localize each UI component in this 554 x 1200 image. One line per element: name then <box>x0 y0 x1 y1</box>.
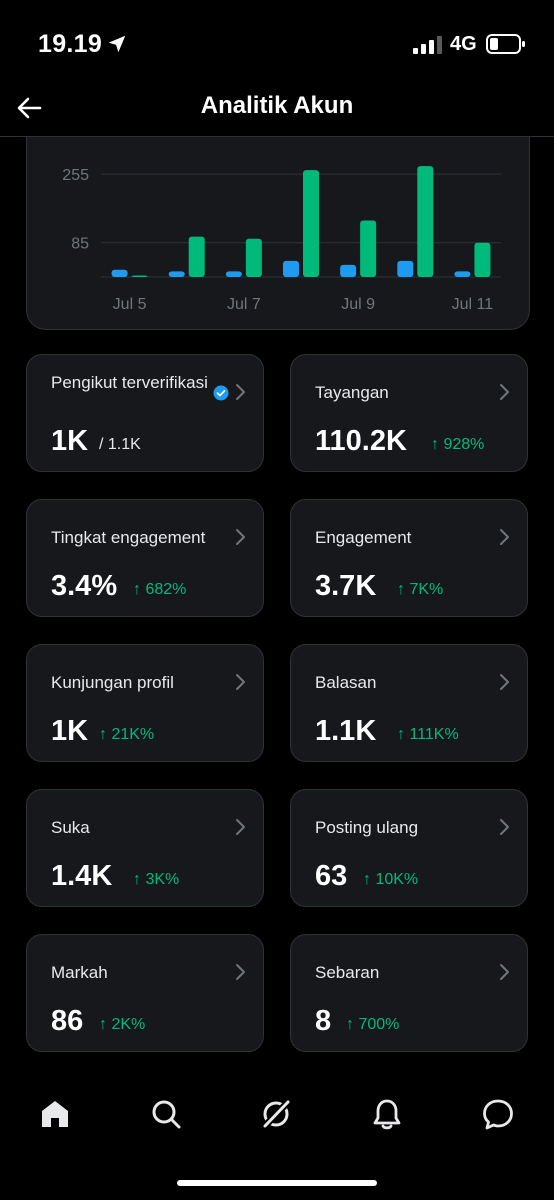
bar-blue <box>111 269 128 277</box>
metric-value: 1K <box>51 425 89 457</box>
bottom-nav <box>0 1080 554 1150</box>
metric-value: 63 <box>315 860 348 892</box>
chevron-right-icon <box>236 674 245 690</box>
bar-green <box>245 238 262 277</box>
metric-value: 3.7K <box>315 570 377 602</box>
chevron-right-icon <box>500 529 509 545</box>
grok-icon[interactable] <box>258 1096 294 1132</box>
bar-chart: 255 85 Jul 5 Jul 7 Jul 9 Jul 11 <box>62 166 501 313</box>
bar-blue <box>397 260 414 277</box>
metric-card[interactable]: Sebaran 8 ↑ 700% <box>290 934 528 1052</box>
chevron-right-icon <box>236 964 245 980</box>
metric-change: ↑ 700% <box>346 1016 400 1033</box>
metric-change: ↑ 3K% <box>133 871 180 888</box>
metric-label: Suka <box>51 818 90 837</box>
metric-card[interactable]: Tingkat engagement 3.4% ↑ 682% <box>26 499 264 617</box>
location-arrow-icon <box>108 35 126 53</box>
y-tick-label: 85 <box>71 236 89 253</box>
bar-green <box>188 236 205 277</box>
metric-total: / 1.1K <box>99 436 141 453</box>
metric-change: ↑ 111K% <box>397 726 459 743</box>
metric-label: Posting ulang <box>315 818 419 837</box>
metric-change: ↑ 2K% <box>99 1016 146 1033</box>
chart-card: 255 85 Jul 5 Jul 7 Jul 9 Jul 11 <box>26 110 530 330</box>
home-icon[interactable] <box>37 1096 73 1132</box>
x-tick-label: Jul 7 <box>227 296 261 313</box>
metric-label: Engagement <box>315 528 412 547</box>
chevron-right-icon <box>500 384 509 400</box>
bar-blue <box>283 260 299 277</box>
chevron-right-icon <box>236 384 245 400</box>
bar-blue <box>225 271 242 277</box>
bar-blue <box>340 264 357 277</box>
metric-label: Tayangan <box>315 383 389 402</box>
chevron-right-icon <box>236 819 245 835</box>
status-time: 19.19 <box>38 30 103 58</box>
metric-label: Tingkat engagement <box>51 528 206 547</box>
metric-card[interactable]: Kunjungan profil 1K ↑ 21K% <box>26 644 264 762</box>
screen: 19.19 4G 255 85 Jul 5 Jul 7 Jul 9 Jul 11 Anal… <box>0 0 554 1200</box>
metric-value: 86 <box>51 1005 84 1037</box>
battery-icon <box>486 34 525 54</box>
chevron-right-icon <box>500 964 509 980</box>
metric-value: 1.1K <box>315 715 377 747</box>
metric-value: 8 <box>315 1005 332 1037</box>
metric-label: Balasan <box>315 673 377 692</box>
bar-green <box>474 242 491 277</box>
metric-label: Pengikut terverifikasi <box>51 373 208 392</box>
metric-card[interactable]: Engagement 3.7K ↑ 7K% <box>290 499 528 617</box>
chevron-right-icon <box>500 819 509 835</box>
metric-label: Markah <box>51 963 108 982</box>
x-tick-label: Jul 11 <box>452 296 494 313</box>
messages-icon[interactable] <box>480 1096 516 1132</box>
metric-card[interactable]: Tayangan 110.2K ↑ 928% <box>290 354 528 472</box>
status-bar: 19.19 4G <box>0 0 554 80</box>
header: Analitik Akun <box>0 80 554 137</box>
metric-value: 110.2K <box>315 425 407 457</box>
home-indicator[interactable] <box>177 1180 377 1186</box>
page-title: Analitik Akun <box>200 92 354 119</box>
search-icon[interactable] <box>148 1096 184 1132</box>
metric-card[interactable]: Markah 86 ↑ 2K% <box>26 934 264 1052</box>
metric-value: 1K <box>51 715 89 747</box>
x-tick-label: Jul 5 <box>113 296 147 313</box>
chevron-right-icon <box>500 674 509 690</box>
network-type: 4G <box>450 33 477 55</box>
chevron-right-icon <box>236 529 245 545</box>
bar-blue <box>454 271 471 277</box>
metric-label: Sebaran <box>315 963 380 982</box>
bar-green <box>303 170 319 277</box>
y-tick-label: 255 <box>62 167 89 184</box>
metric-card[interactable]: Posting ulang 63 ↑ 10K% <box>290 789 528 907</box>
metric-change: ↑ 21K% <box>99 726 155 743</box>
metric-change: ↑ 682% <box>133 581 187 598</box>
notifications-icon[interactable] <box>369 1096 405 1132</box>
metric-value: 3.4% <box>51 570 118 602</box>
metric-card[interactable]: Pengikut terverifikasi 1K / 1.1K <box>26 354 264 472</box>
bar-green <box>131 275 148 277</box>
metric-change: ↑ 10K% <box>363 871 419 888</box>
bar-blue <box>168 271 185 277</box>
metric-card[interactable]: Suka 1.4K ↑ 3K% <box>26 789 264 907</box>
metric-label: Kunjungan profil <box>51 673 174 692</box>
bar-green <box>360 220 377 277</box>
metric-change: ↑ 7K% <box>397 581 444 598</box>
metric-value: 1.4K <box>51 860 113 892</box>
bar-green <box>417 166 434 277</box>
metric-change: ↑ 928% <box>431 436 485 453</box>
x-tick-label: Jul 9 <box>341 296 375 313</box>
verified-badge-icon <box>213 385 229 401</box>
cellular-signal-icon <box>413 36 442 54</box>
metric-card[interactable]: Balasan 1.1K ↑ 111K% <box>290 644 528 762</box>
